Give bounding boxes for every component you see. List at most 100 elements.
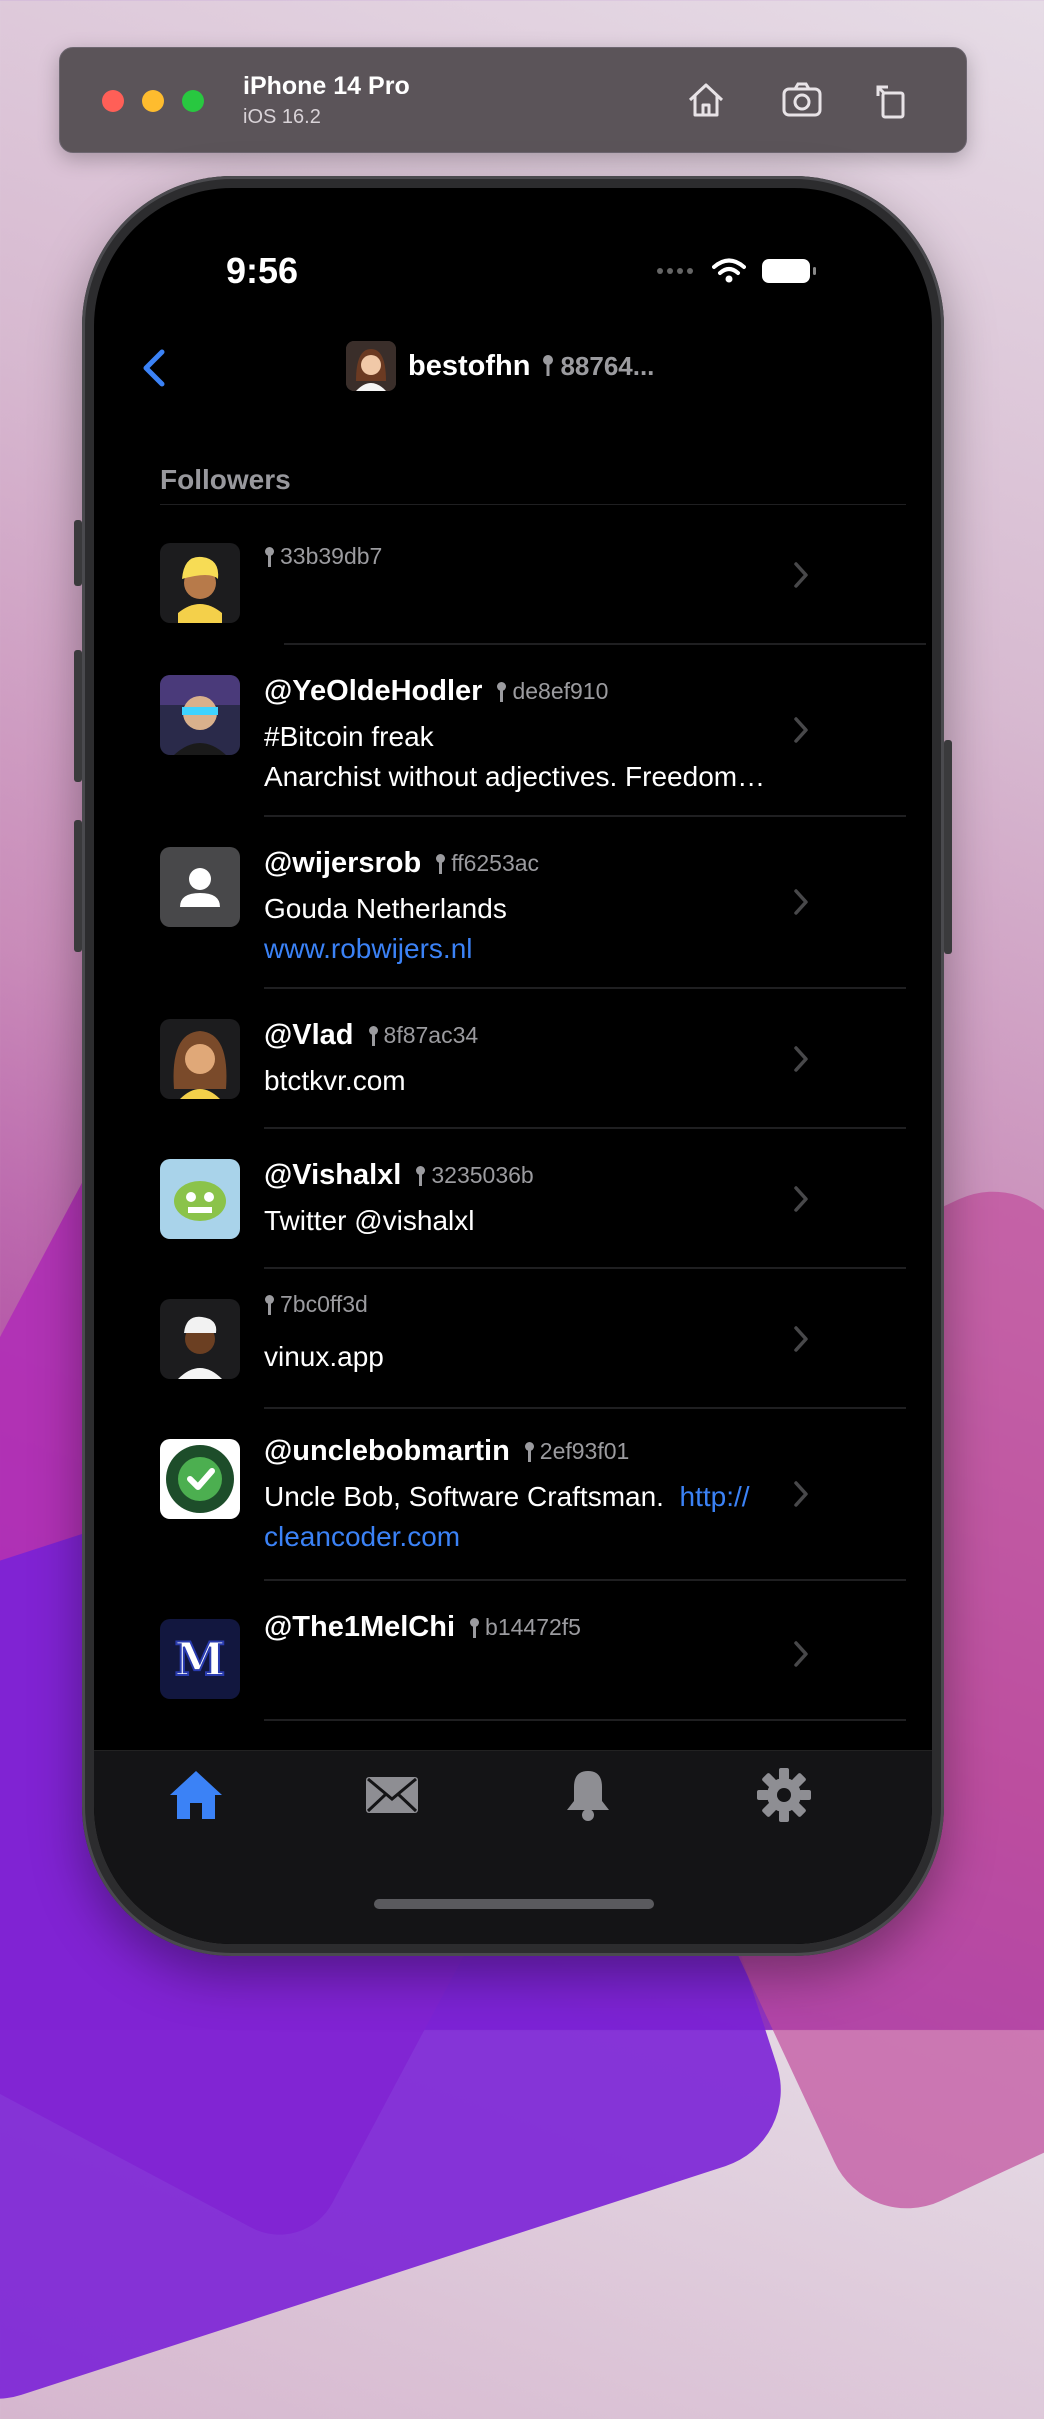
key-icon <box>368 1025 378 1046</box>
close-window-button[interactable] <box>102 90 124 112</box>
mute-switch <box>74 520 82 586</box>
battery-icon <box>762 259 816 283</box>
follower-row[interactable]: 33b39db7 <box>94 505 932 645</box>
follower-key: b14472f5 <box>469 1614 581 1641</box>
key-icon <box>265 1294 274 1315</box>
chevron-right-icon <box>794 717 808 743</box>
follower-header: 7bc0ff3d <box>264 1291 368 1318</box>
tab-notifications[interactable] <box>558 1765 618 1825</box>
minimize-window-button[interactable] <box>142 90 164 112</box>
chevron-right-icon <box>794 1046 808 1072</box>
chevron-right-icon <box>794 1186 808 1212</box>
phone-screen: 9:56 bestofhn 88764... Followers 33b39db… <box>94 188 932 1944</box>
follower-row[interactable]: @Vlad 8f87ac34 btctkvr.com <box>94 989 932 1129</box>
tab-settings[interactable] <box>754 1765 814 1825</box>
section-header: Followers <box>160 464 291 495</box>
follower-name: @unclebobmartin <box>264 1435 510 1467</box>
profile-key: 88764... <box>542 351 654 382</box>
follower-name: @Vishalxl <box>264 1159 402 1191</box>
device-name: iPhone 14 Pro <box>243 72 410 100</box>
follower-key-text: de8ef910 <box>512 678 609 704</box>
os-version: iOS 16.2 <box>243 106 321 128</box>
tab-messages[interactable] <box>362 1765 422 1825</box>
divider <box>264 1719 906 1721</box>
follower-key: 2ef93f01 <box>524 1438 630 1465</box>
simulator-toolbar: iPhone 14 Pro iOS 16.2 <box>59 47 967 153</box>
follower-row[interactable]: 7bc0ff3d vinux.app <box>94 1269 932 1409</box>
key-icon <box>470 1617 480 1638</box>
follower-header: @Vishalxl 3235036b <box>264 1159 534 1192</box>
follower-key: 7bc0ff3d <box>264 1291 368 1318</box>
avatar <box>160 543 240 623</box>
follower-name: @The1MelChi <box>264 1611 456 1643</box>
back-button[interactable] <box>136 338 172 398</box>
follower-header: @wijersrob ff6253ac <box>264 847 539 880</box>
home-icon <box>170 1771 222 1819</box>
follower-key-text: 2ef93f01 <box>539 1438 630 1464</box>
key-icon <box>416 1165 426 1186</box>
zoom-window-button[interactable] <box>182 90 204 112</box>
profile-key-text: 88764... <box>560 350 655 381</box>
dynamic-island <box>376 224 628 296</box>
volume-down-button <box>74 820 82 952</box>
avatar <box>160 1019 240 1099</box>
follower-about-text: Uncle Bob, Software Craftsman. <box>264 1481 680 1512</box>
website-link[interactable]: www.robwijers.nl <box>264 933 473 964</box>
bell-icon <box>567 1771 609 1821</box>
follower-key: ff6253ac <box>435 850 539 877</box>
status-icons <box>656 258 816 284</box>
follower-header: 33b39db7 <box>264 543 382 570</box>
follower-key: 3235036b <box>415 1162 534 1189</box>
follower-header: @Vlad 8f87ac34 <box>264 1019 478 1052</box>
follower-key-text: 33b39db7 <box>280 543 383 569</box>
follower-about: Gouda Netherlands <box>264 893 507 924</box>
chevron-left-icon <box>143 349 165 387</box>
follower-row[interactable]: M @The1MelChi b14472f5 <box>94 1581 932 1721</box>
avatar <box>160 1439 240 1519</box>
chevron-right-icon <box>794 1481 808 1507</box>
follower-key-text: 7bc0ff3d <box>280 1291 368 1317</box>
follower-link[interactable]: www.robwijers.nl <box>264 929 824 969</box>
tab-home[interactable] <box>166 1765 226 1825</box>
follower-row[interactable]: @YeOldeHodler de8ef910 #Bitcoin freak An… <box>94 645 932 817</box>
follower-about: vinux.app <box>264 1341 384 1372</box>
key-icon <box>265 546 274 567</box>
follower-name: @Vlad <box>264 1019 354 1051</box>
follower-row[interactable]: @wijersrob ff6253ac Gouda Netherlands ww… <box>94 817 932 989</box>
follower-header: @YeOldeHodler de8ef910 <box>264 675 608 708</box>
follower-name: @YeOldeHodler <box>264 675 483 707</box>
home-indicator[interactable] <box>374 1899 654 1909</box>
rotate-icon[interactable] <box>866 74 918 126</box>
follower-row[interactable]: @unclebobmartin 2ef93f01 Uncle Bob, Soft… <box>94 1409 932 1581</box>
power-button <box>944 740 952 954</box>
follower-key: de8ef910 <box>496 678 608 705</box>
follower-key: 8f87ac34 <box>368 1022 478 1049</box>
avatar <box>160 1299 240 1379</box>
envelope-icon <box>366 1777 418 1813</box>
avatar <box>160 675 240 755</box>
volume-up-button <box>74 650 82 782</box>
follower-key-text: 3235036b <box>431 1162 534 1188</box>
profile-name: bestofhn <box>408 349 531 382</box>
profile-title[interactable]: bestofhn 88764... <box>346 340 654 392</box>
profile-avatar <box>346 341 396 391</box>
follower-row[interactable]: @Vishalxl 3235036b Twitter @vishalxl <box>94 1129 932 1269</box>
chevron-right-icon <box>794 562 808 588</box>
key-icon <box>436 853 446 874</box>
home-icon[interactable] <box>680 74 732 126</box>
tab-bar <box>94 1750 932 1944</box>
chevron-right-icon <box>794 1641 808 1667</box>
gear-icon <box>757 1768 811 1822</box>
follower-header: @unclebobmartin 2ef93f01 <box>264 1435 629 1468</box>
follower-key-text: ff6253ac <box>451 850 540 876</box>
follower-key-text: b14472f5 <box>485 1614 581 1640</box>
screenshot-icon[interactable] <box>776 74 828 126</box>
wifi-icon <box>712 258 746 283</box>
follower-header: @The1MelChi b14472f5 <box>264 1611 581 1644</box>
avatar <box>160 847 240 927</box>
avatar <box>160 1159 240 1239</box>
svg-text:M: M <box>175 1632 226 1686</box>
chevron-right-icon <box>794 889 808 915</box>
key-icon <box>497 681 507 702</box>
follower-about: #Bitcoin freak Anarchist without adjecti… <box>264 721 766 792</box>
